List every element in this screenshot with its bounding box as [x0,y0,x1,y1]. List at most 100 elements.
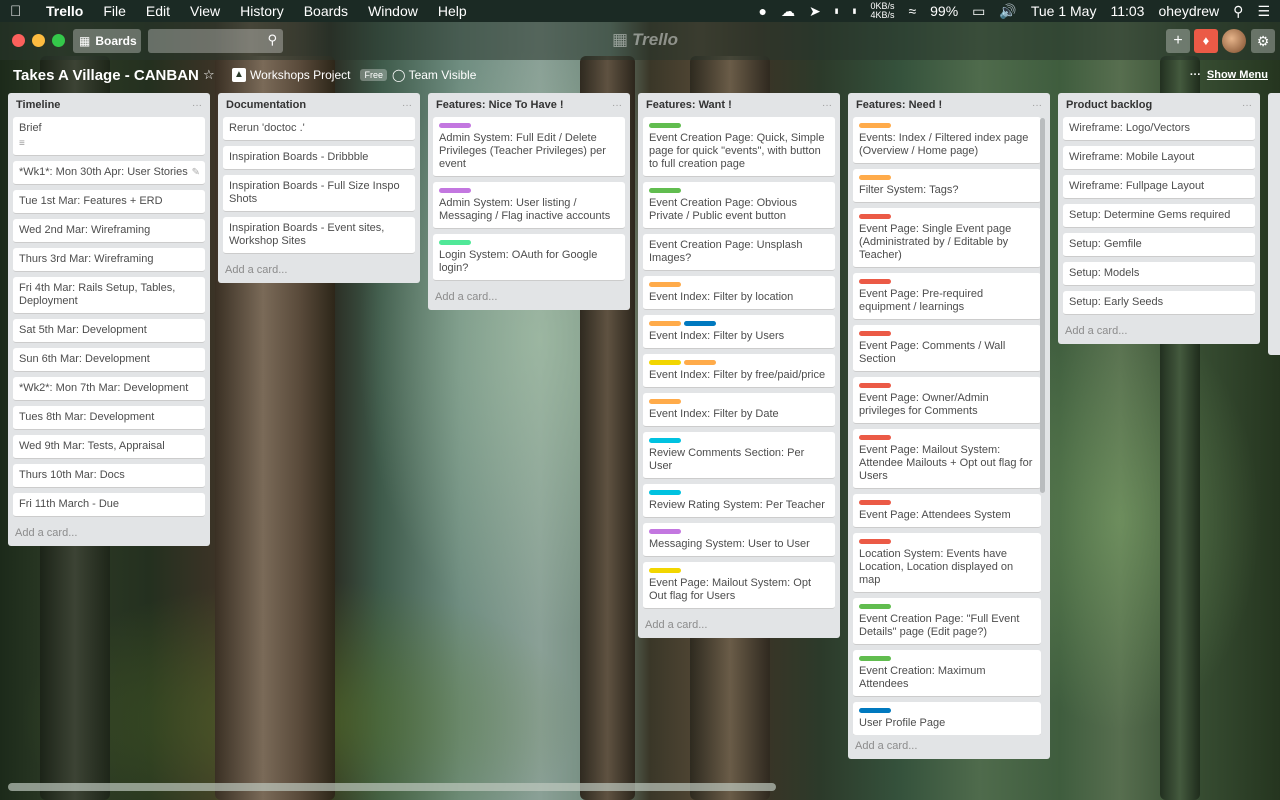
card[interactable]: Inspiration Boards - Event sites, Worksh… [223,217,415,254]
board-horizontal-scrollbar[interactable] [8,783,776,791]
menu-boards[interactable]: Boards [304,3,348,19]
card[interactable]: Sun 6th Mar: Development [13,348,205,372]
card[interactable]: Event Index: Filter by location [643,276,835,310]
edit-pencil-icon[interactable]: ✎ [192,166,200,179]
network-speed[interactable]: 0KB/s 4KB/s [870,2,894,20]
add-card-button[interactable]: Add a card... [643,614,835,638]
card[interactable]: Event Page: Pre-required equipment / lea… [853,273,1041,320]
add-card-button[interactable]: Add a card... [223,259,415,283]
card[interactable]: Event Page: Mailout System: Attendee Mai… [853,429,1041,489]
card[interactable]: Rerun 'doctoc .' [223,117,415,141]
spotlight-search-icon[interactable]: ⚲ [1233,3,1243,20]
trello-logo[interactable]: ▦ Trello [612,30,678,50]
card[interactable]: Inspiration Boards - Full Size Inspo Sho… [223,175,415,212]
card[interactable]: Event Index: Filter by Date [643,393,835,427]
card[interactable]: Review Rating System: Per Teacher [643,484,835,518]
board-title[interactable]: Takes A Village - CANBAN [13,67,199,84]
menu-view[interactable]: View [190,3,220,19]
card[interactable]: Events: Index / Filtered index page (Ove… [853,117,1041,164]
zoom-window-button[interactable] [52,34,65,47]
show-menu-button[interactable]: ··· Show Menu [1190,69,1268,81]
card[interactable]: Tues 8th Mar: Development [13,406,205,430]
add-card-button[interactable]: Add a card... [853,735,1045,759]
card[interactable]: Event Page: Comments / Wall Section [853,325,1041,372]
list-header[interactable]: Documentation ··· [223,93,415,117]
card[interactable]: Admin System: User listing / Messaging /… [433,182,625,229]
settings-gear-icon[interactable]: ⚙ [1251,29,1275,53]
card[interactable]: Messaging System: User to User [643,523,835,557]
card[interactable]: Review Comments Section: Per User [643,432,835,479]
avatar[interactable] [1222,29,1246,53]
list[interactable]: Features: Want ! ··· Event Creation Page: … [638,93,840,638]
list[interactable]: Documentation ··· Rerun 'doctoc .' Inspirat… [218,93,420,283]
card[interactable]: Wed 2nd Mar: Wireframing [13,219,205,243]
menu-file[interactable]: File [103,3,126,19]
list-header[interactable]: Features: Nice To Have ! ··· [433,93,625,117]
list-header[interactable]: Features: Need ! ··· [853,93,1045,117]
cpu-meter-icon[interactable]: ▮ [835,8,839,15]
menu-app[interactable]: Trello [46,3,83,19]
list-header[interactable]: Timeline ··· [13,93,205,117]
card[interactable]: Event Page: Attendees System [853,494,1041,528]
add-card-button[interactable]: Add a card... [433,286,625,310]
list-title[interactable]: Features: Nice To Have ! [436,99,564,111]
card[interactable]: User Profile Page [853,702,1041,735]
add-card-button[interactable]: Add a card... [1063,320,1255,344]
card[interactable]: Event Creation Page: Unsplash Images? [643,234,835,271]
list-menu-icon[interactable]: ··· [612,100,622,111]
card[interactable]: Wireframe: Logo/Vectors [1063,117,1255,141]
menu-history[interactable]: History [240,3,284,19]
card[interactable]: Inspiration Boards - Dribbble [223,146,415,170]
minimize-window-button[interactable] [32,34,45,47]
elephant-icon[interactable]: ● [759,3,767,19]
telegram-icon[interactable]: ➤ [809,3,821,20]
card[interactable]: Event Page: Single Event page (Administr… [853,208,1041,268]
user-name[interactable]: oheydrew [1158,3,1219,19]
card[interactable]: Admin System: Full Edit / Delete Privile… [433,117,625,177]
card[interactable]: Event Creation Page: "Full Event Details… [853,598,1041,645]
menu-edit[interactable]: Edit [146,3,170,19]
card[interactable]: Setup: Gemfile [1063,233,1255,257]
list-scrollbar[interactable] [1040,118,1045,493]
card[interactable]: Sat 5th Mar: Development [13,319,205,343]
list-title[interactable]: Features: Want ! [646,99,732,111]
volume-icon[interactable]: 🔊 [999,3,1016,20]
list-menu-icon[interactable]: ··· [1032,100,1042,111]
wifi-icon[interactable]: ≈ [908,3,916,19]
battery-icon[interactable]: ▭ [972,3,985,20]
list[interactable]: Features: Nice To Have ! ··· Admin System:… [428,93,630,310]
list-title[interactable]: Features: Need ! [856,99,942,111]
card[interactable]: Event Index: Filter by free/paid/price [643,354,835,388]
close-window-button[interactable] [12,34,25,47]
card[interactable]: Event Index: Filter by Users [643,315,835,349]
cloud-upload-icon[interactable]: ☁ [781,3,795,20]
list-menu-icon[interactable]: ··· [822,100,832,111]
card[interactable]: Wireframe: Mobile Layout [1063,146,1255,170]
card[interactable]: Location System: Events have Location, L… [853,533,1041,593]
menu-window[interactable]: Window [368,3,418,19]
clock[interactable]: 11:03 [1110,3,1144,19]
card[interactable]: Thurs 3rd Mar: Wireframing [13,248,205,272]
list-title[interactable]: Product backlog [1066,99,1152,111]
card[interactable]: Setup: Models [1063,262,1255,286]
list-menu-icon[interactable]: ··· [402,100,412,111]
add-card-button[interactable]: Add a card... [13,522,205,546]
add-button[interactable]: + [1166,29,1190,53]
list-title[interactable]: Timeline [16,99,60,111]
card[interactable]: *Wk2*: Mon 7th Mar: Development [13,377,205,401]
card[interactable]: Event Page: Owner/Admin privileges for C… [853,377,1041,424]
date[interactable]: Tue 1 May [1031,3,1097,19]
card[interactable]: Event Creation Page: Quick, Simple page … [643,117,835,177]
card[interactable]: Wireframe: Fullpage Layout [1063,175,1255,199]
card[interactable]: Wed 9th Mar: Tests, Appraisal [13,435,205,459]
list-header[interactable]: Features: Want ! ··· [643,93,835,117]
memory-meter-icon[interactable]: ▮ [853,8,857,15]
notifications-bell-icon[interactable]: ♦ [1194,29,1218,53]
list[interactable]: Timeline ··· Brief ≡ *Wk1*: Mon 30th Apr: Us… [8,93,210,546]
list-title[interactable]: Documentation [226,99,306,111]
boards-button[interactable]: ▦ Boards [73,29,141,53]
card[interactable]: Tue 1st Mar: Features + ERD [13,190,205,214]
card[interactable]: Setup: Determine Gems required [1063,204,1255,228]
card[interactable]: Event Page: Mailout System: Opt Out flag… [643,562,835,609]
card[interactable]: Thurs 10th Mar: Docs [13,464,205,488]
